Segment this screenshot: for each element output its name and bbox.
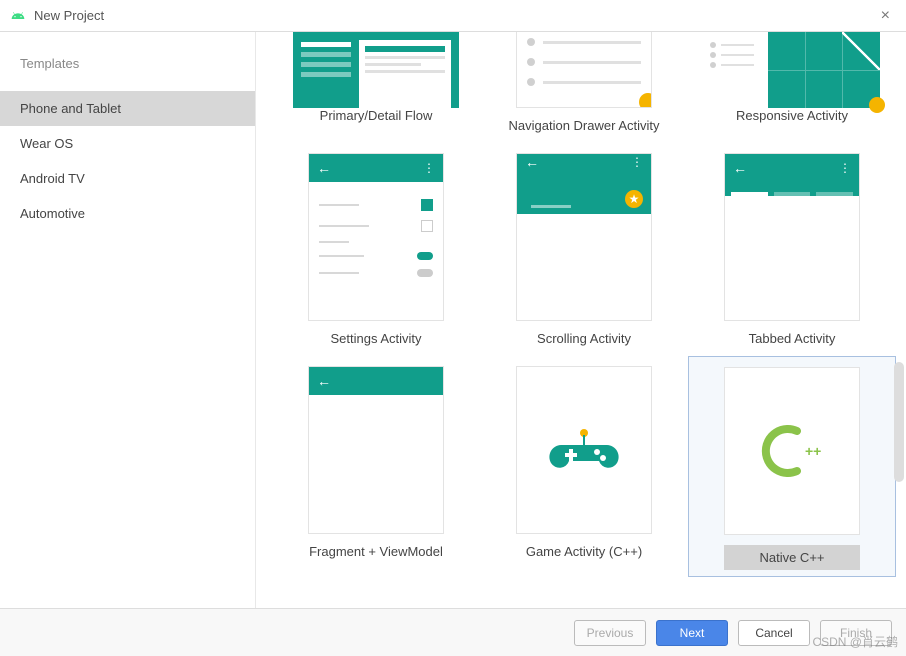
fab-icon	[639, 93, 652, 108]
gamepad-icon	[549, 425, 619, 475]
main-area: Templates Phone and Tablet Wear OS Andro…	[0, 32, 906, 608]
more-icon: ⋮	[839, 161, 851, 175]
sidebar-header: Templates	[0, 48, 255, 91]
template-label: Responsive Activity	[736, 108, 848, 123]
template-label: Native C++	[724, 545, 860, 570]
template-label: Tabbed Activity	[749, 331, 836, 346]
template-grid: Primary/Detail Flow Navigation Drawer Ac…	[276, 32, 886, 577]
template-settings[interactable]: ← ⋮ Settings Activity	[276, 143, 476, 346]
template-tabbed[interactable]: ← ⋮ Tabbed Activity	[692, 143, 892, 346]
back-arrow-icon: ←	[525, 154, 539, 170]
sidebar-item-label: Phone and Tablet	[20, 101, 121, 116]
svg-text:++: ++	[805, 443, 821, 459]
fab-star-icon: ★	[625, 190, 643, 208]
sidebar-item-wear-os[interactable]: Wear OS	[0, 126, 255, 161]
back-arrow-icon: ←	[733, 160, 747, 176]
template-label: Navigation Drawer Activity	[509, 118, 660, 133]
template-label: Primary/Detail Flow	[320, 108, 433, 123]
template-responsive[interactable]: Responsive Activity	[692, 32, 892, 133]
template-content: Primary/Detail Flow Navigation Drawer Ac…	[256, 32, 906, 608]
more-icon: ⋮	[423, 161, 435, 175]
sidebar-item-label: Wear OS	[20, 136, 73, 151]
template-native-cpp[interactable]: ++ Native C++	[692, 356, 892, 577]
footer-bar: Previous Next Cancel Finish	[0, 608, 906, 656]
template-scrolling[interactable]: ← ⋮ ★ Scrolling Activity	[484, 143, 684, 346]
cancel-button[interactable]: Cancel	[738, 620, 810, 646]
content-scrollbar[interactable]	[894, 362, 904, 482]
template-label: Fragment + ViewModel	[309, 544, 443, 559]
template-nav-drawer[interactable]: Navigation Drawer Activity	[484, 32, 684, 133]
window-title: New Project	[34, 8, 104, 23]
cpp-icon: ++	[757, 421, 827, 481]
sidebar-item-automotive[interactable]: Automotive	[0, 196, 255, 231]
template-label: Scrolling Activity	[537, 331, 631, 346]
sidebar-item-label: Android TV	[20, 171, 85, 186]
template-game-cpp[interactable]: Game Activity (C++)	[484, 356, 684, 577]
next-button[interactable]: Next	[656, 620, 728, 646]
more-icon: ⋮	[631, 155, 643, 169]
previous-button[interactable]: Previous	[574, 620, 646, 646]
android-icon	[10, 8, 26, 24]
sidebar-item-label: Automotive	[20, 206, 85, 221]
template-label: Game Activity (C++)	[526, 544, 642, 559]
back-arrow-icon: ←	[317, 373, 331, 389]
template-fragment-viewmodel[interactable]: ← Fragment + ViewModel	[276, 356, 476, 577]
fab-icon	[869, 97, 885, 113]
back-arrow-icon: ←	[317, 160, 331, 176]
sidebar-item-phone-tablet[interactable]: Phone and Tablet	[0, 91, 255, 126]
close-icon[interactable]: ×	[875, 7, 896, 25]
template-label: Settings Activity	[330, 331, 421, 346]
sidebar: Templates Phone and Tablet Wear OS Andro…	[0, 32, 256, 608]
titlebar: New Project ×	[0, 0, 906, 32]
sidebar-item-android-tv[interactable]: Android TV	[0, 161, 255, 196]
finish-button[interactable]: Finish	[820, 620, 892, 646]
template-primary-detail[interactable]: Primary/Detail Flow	[276, 32, 476, 133]
